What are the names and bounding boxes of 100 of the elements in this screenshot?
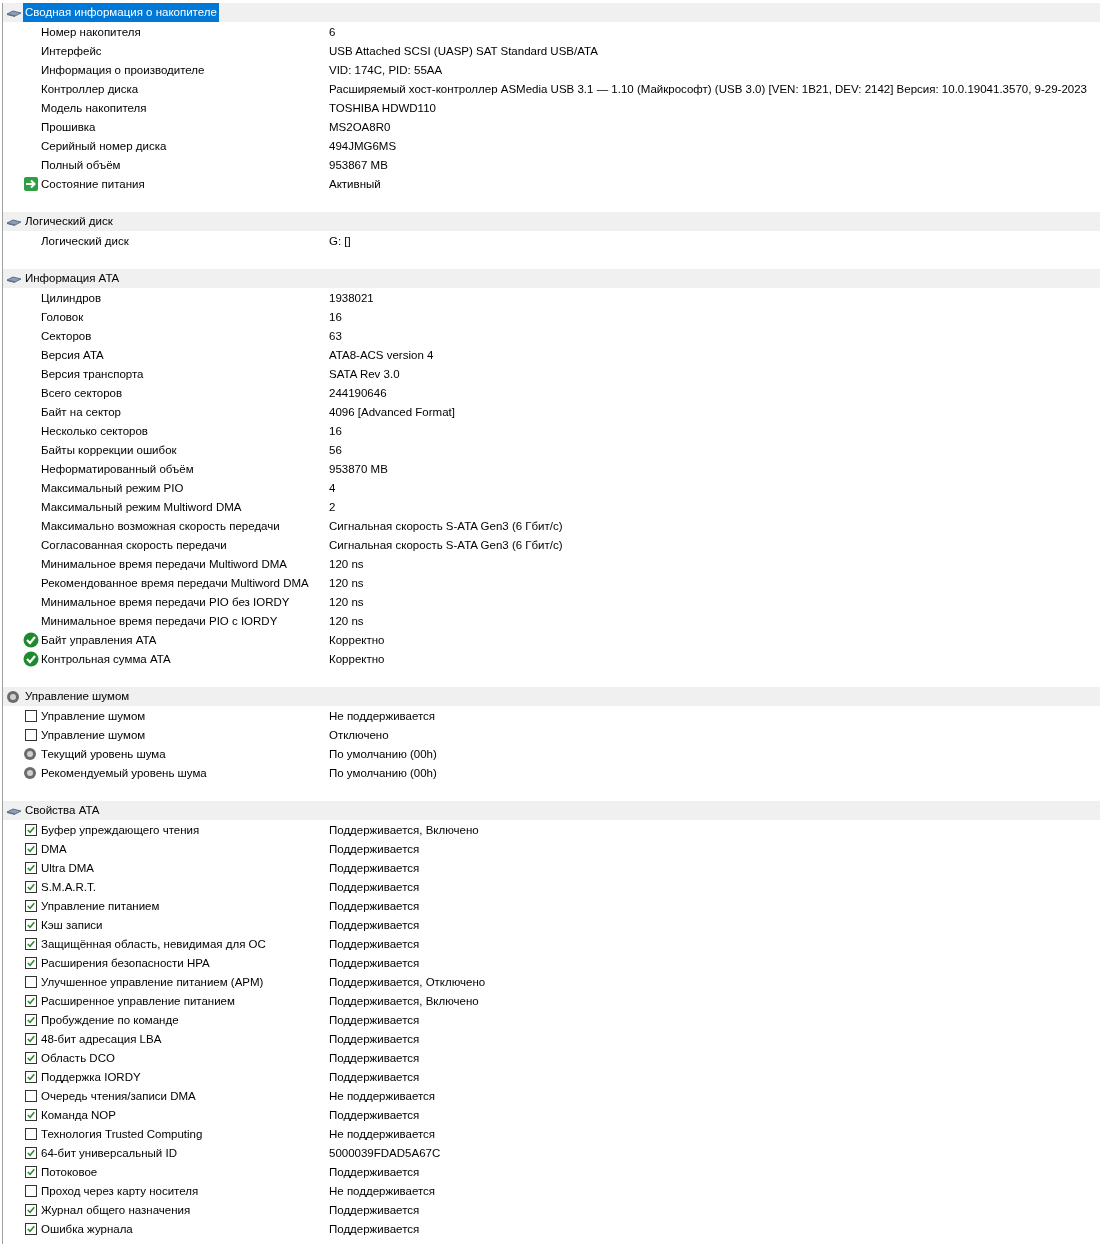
checkbox[interactable]	[25, 1222, 37, 1235]
property-value: Поддерживается	[329, 1222, 420, 1235]
property-label: Интерфейс	[41, 44, 103, 57]
property-label: Журнал общего назначения	[41, 1203, 192, 1216]
property-label: Состояние питания	[41, 177, 146, 190]
property-label: Рекомендованное время передачи Multiword DMA	[41, 576, 310, 589]
section-title[interactable]: Управление шумом	[23, 687, 132, 706]
property-value: Не поддерживается	[329, 709, 436, 722]
property-label: Управление шумом	[41, 728, 147, 741]
checkbox[interactable]	[25, 1165, 37, 1178]
property-value: USB Attached SCSI (UASP) SAT Standard USB/ATA	[329, 44, 598, 57]
property-label: Управление шумом	[41, 709, 147, 722]
property-value: 120 ns	[329, 557, 364, 570]
property-value: 5000039FDAD5A67C	[329, 1146, 441, 1159]
checkbox[interactable]	[25, 861, 37, 874]
checkbox[interactable]	[25, 880, 37, 893]
property-label: Ошибка журнала	[41, 1222, 134, 1235]
property-label: Всего секторов	[41, 386, 124, 399]
property-label: Команда NOP	[41, 1108, 117, 1121]
property-label: Байт на сектор	[41, 405, 122, 418]
checkbox[interactable]	[25, 1089, 37, 1102]
property-label: Секторов	[41, 329, 93, 342]
property-label: 64-бит универсальный ID	[41, 1146, 178, 1159]
property-label: Управление питанием	[41, 899, 161, 912]
property-label: Прошивка	[41, 120, 97, 133]
section-title[interactable]: Логический диск	[23, 212, 115, 231]
checkbox[interactable]	[25, 994, 37, 1007]
property-label: Кэш записи	[41, 918, 104, 931]
checkbox[interactable]	[25, 1051, 37, 1064]
property-value: Поддерживается	[329, 1013, 420, 1026]
property-value: 953870 MB	[329, 462, 388, 475]
checkbox[interactable]	[25, 1108, 37, 1121]
checkbox[interactable]	[25, 975, 37, 988]
property-value: Поддерживается	[329, 842, 420, 855]
property-label: Несколько секторов	[41, 424, 149, 437]
checkbox[interactable]	[25, 956, 37, 969]
checkbox[interactable]	[25, 1070, 37, 1083]
property-value: Поддерживается	[329, 1108, 420, 1121]
section-title[interactable]: Информация ATA	[23, 269, 122, 288]
property-label: Логический диск	[41, 234, 130, 247]
property-value: 16	[329, 310, 342, 323]
property-value: Сигнальная скорость S-ATA Gen3 (6 Гбит/с)	[329, 519, 563, 532]
property-value: Поддерживается, Включено	[329, 994, 479, 1007]
checkbox[interactable]	[25, 937, 37, 950]
property-label: Пробуждение по команде	[41, 1013, 180, 1026]
property-value: Активный	[329, 177, 381, 190]
property-label: Буфер упреждающего чтения	[41, 823, 201, 836]
property-label: Контрольная сумма ATA	[41, 652, 172, 665]
property-label: Расширенное управление питанием	[41, 994, 236, 1007]
property-value: Поддерживается	[329, 1051, 420, 1064]
property-value: 6	[329, 25, 336, 38]
property-label: Серийный номер диска	[41, 139, 168, 152]
property-label: Байты коррекции ошибок	[41, 443, 178, 456]
property-value: 953867 MB	[329, 158, 388, 171]
property-label: Текущий уровень шума	[41, 747, 167, 760]
property-value: Отключено	[329, 728, 389, 741]
property-value: 2	[329, 500, 336, 513]
property-value: 56	[329, 443, 342, 456]
checkbox[interactable]	[25, 918, 37, 931]
property-value: Поддерживается	[329, 899, 420, 912]
checkbox[interactable]	[25, 1127, 37, 1140]
section-title[interactable]: Свойства ATA	[23, 801, 102, 820]
property-label: Проход через карту носителя	[41, 1184, 200, 1197]
checkbox[interactable]	[25, 709, 37, 722]
property-label: Максимально возможная скорость передачи	[41, 519, 281, 532]
property-value: Поддерживается	[329, 1203, 420, 1216]
property-label: Контроллер диска	[41, 82, 140, 95]
checkbox[interactable]	[25, 728, 37, 741]
checkbox[interactable]	[25, 1203, 37, 1216]
property-label: Цилиндров	[41, 291, 103, 304]
property-label: 48-бит адресация LBA	[41, 1032, 163, 1045]
property-label: Защищённая область, невидимая для ОС	[41, 937, 267, 950]
property-value: Не поддерживается	[329, 1127, 436, 1140]
property-label: Очередь чтения/записи DMA	[41, 1089, 197, 1102]
property-label: Рекомендуемый уровень шума	[41, 766, 208, 779]
property-label: Расширения безопасности HPA	[41, 956, 211, 969]
checkbox[interactable]	[25, 1032, 37, 1045]
property-label: Улучшенное управление питанием (APM)	[41, 975, 265, 988]
property-value: По умолчанию (00h)	[329, 747, 437, 760]
property-value: TOSHIBA HDWD110	[329, 101, 436, 114]
property-label: DMA	[41, 842, 68, 855]
property-value: ATA8-ACS version 4	[329, 348, 434, 361]
property-label: Байт управления ATA	[41, 633, 158, 646]
checkbox[interactable]	[25, 823, 37, 836]
section-title[interactable]: Сводная информация о накопителе	[23, 3, 219, 22]
property-value: G: []	[329, 234, 351, 247]
checkbox[interactable]	[25, 899, 37, 912]
property-value: 4	[329, 481, 336, 494]
checkbox[interactable]	[25, 842, 37, 855]
property-value: Поддерживается	[329, 861, 420, 874]
property-label: Минимальное время передачи Multiword DMA	[41, 557, 288, 570]
property-value: Корректно	[329, 652, 385, 665]
checkbox[interactable]	[25, 1184, 37, 1197]
property-value: Поддерживается	[329, 880, 420, 893]
checkbox[interactable]	[25, 1013, 37, 1026]
checkbox[interactable]	[25, 1146, 37, 1159]
property-label: Модель накопителя	[41, 101, 148, 114]
property-label: Номер накопителя	[41, 25, 142, 38]
property-label: Ultra DMA	[41, 861, 96, 874]
property-value: Поддерживается	[329, 937, 420, 950]
